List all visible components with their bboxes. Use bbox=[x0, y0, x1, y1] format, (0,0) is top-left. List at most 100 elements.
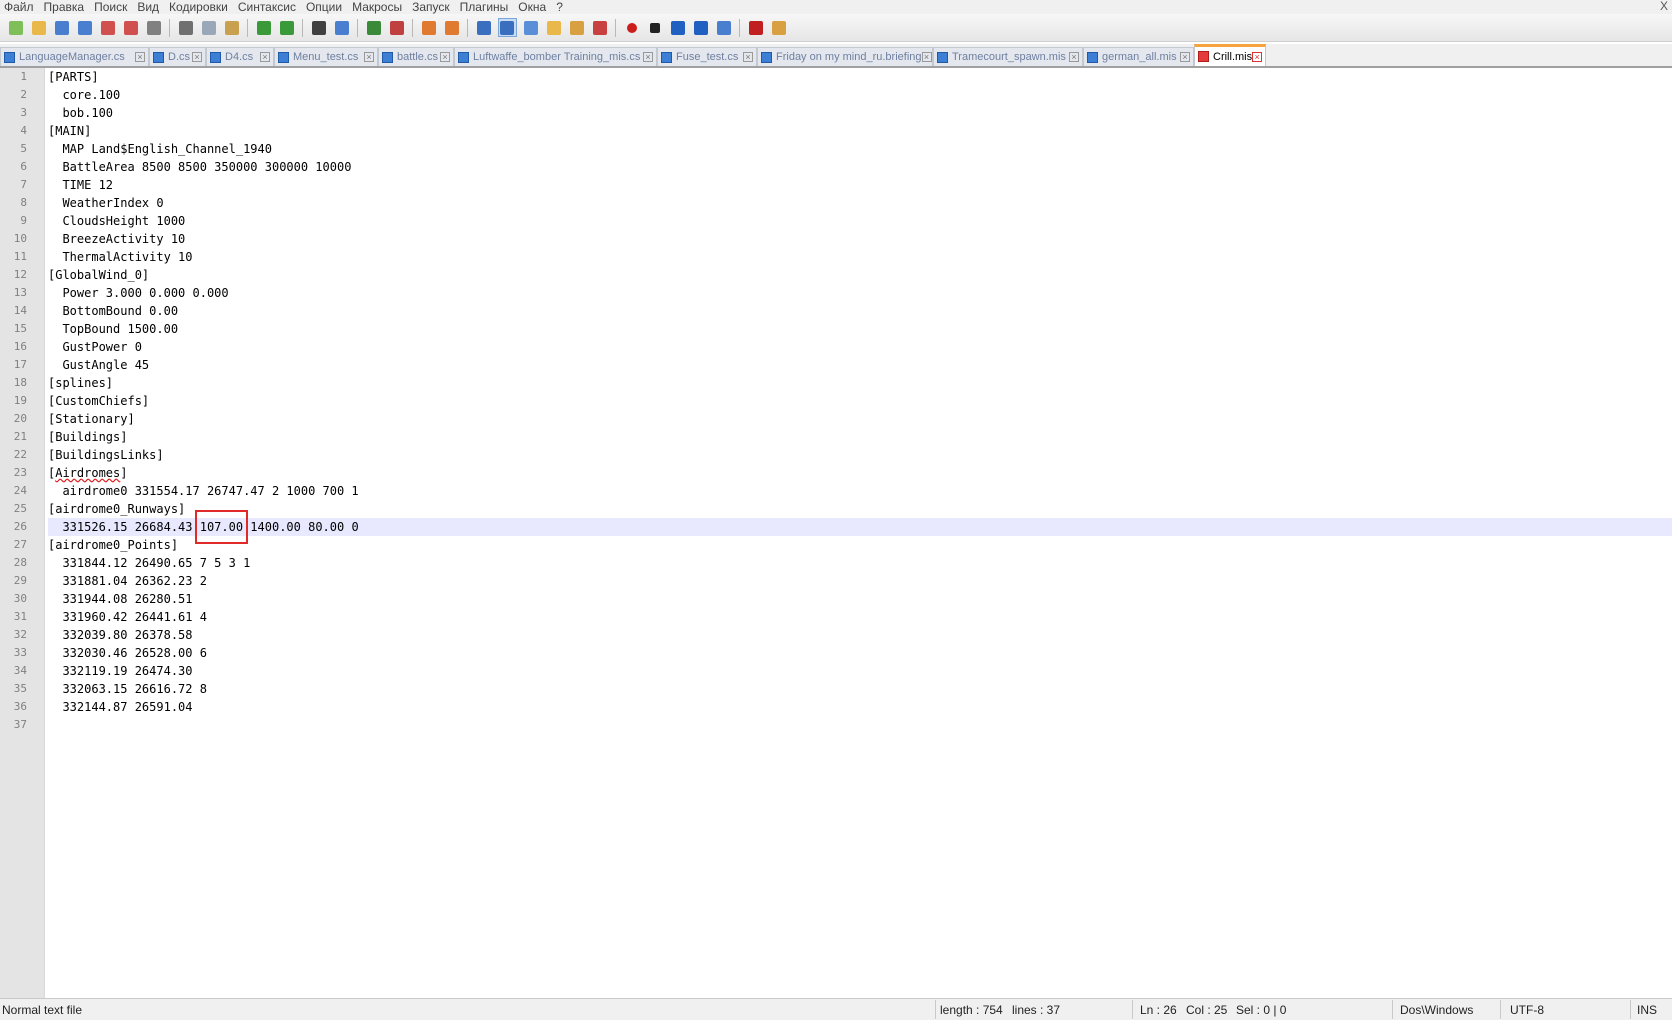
window-close-button[interactable]: X bbox=[1660, 0, 1668, 13]
code-line[interactable]: 331526.15 26684.43 107.00 1400.00 80.00 … bbox=[48, 518, 1672, 536]
menu-item[interactable]: Макросы bbox=[348, 0, 408, 14]
save-all-icon[interactable] bbox=[76, 19, 94, 37]
redo-icon[interactable] bbox=[278, 19, 296, 37]
code-line[interactable]: BottomBound 0.00 bbox=[48, 302, 1672, 320]
tab-close-icon[interactable]: × bbox=[192, 52, 202, 62]
print-icon[interactable] bbox=[145, 19, 163, 37]
code-line[interactable]: GustAngle 45 bbox=[48, 356, 1672, 374]
code-line[interactable]: [MAIN] bbox=[48, 122, 1672, 140]
word-wrap-icon[interactable] bbox=[475, 19, 493, 37]
copy-icon[interactable] bbox=[200, 19, 218, 37]
tab-german-all-mis[interactable]: german_all.mis × bbox=[1083, 47, 1194, 66]
tab-close-icon[interactable]: × bbox=[743, 52, 753, 62]
save-macro-icon[interactable] bbox=[715, 19, 733, 37]
code-line[interactable]: 332039.80 26378.58 bbox=[48, 626, 1672, 644]
tab-friday-on-my-mind-ru-briefing[interactable]: Friday on my mind_ru.briefing × bbox=[757, 47, 933, 66]
code-line[interactable]: 332144.87 26591.04 bbox=[48, 698, 1672, 716]
tab-close-icon[interactable]: × bbox=[1252, 51, 1263, 62]
paste-icon[interactable] bbox=[223, 19, 241, 37]
tab-close-icon[interactable]: × bbox=[440, 52, 450, 62]
zoom-in-icon[interactable] bbox=[365, 19, 383, 37]
code-line[interactable]: 332063.15 26616.72 8 bbox=[48, 680, 1672, 698]
find-icon[interactable] bbox=[310, 19, 328, 37]
code-line[interactable]: 332030.46 26528.00 6 bbox=[48, 644, 1672, 662]
tab-crill-mis[interactable]: Crill.mis × bbox=[1194, 44, 1266, 66]
tab-battle-cs[interactable]: battle.cs × bbox=[378, 47, 454, 66]
code-line[interactable]: GustPower 0 bbox=[48, 338, 1672, 356]
folder-icon[interactable] bbox=[568, 19, 586, 37]
doc-map-icon[interactable] bbox=[591, 19, 609, 37]
run-macro-multiple-icon[interactable] bbox=[692, 19, 710, 37]
editor[interactable]: 1 2 3 4 5 6 7 8 9 10 11 12 13 14 15 16 17 18 19 20 21 22 23 24 2… bbox=[0, 68, 1672, 998]
tab-d4-cs[interactable]: D4.cs × bbox=[206, 47, 274, 66]
indent-guide-icon[interactable] bbox=[522, 19, 540, 37]
plugin-icon[interactable] bbox=[770, 19, 788, 37]
code-line[interactable]: ThermalActivity 10 bbox=[48, 248, 1672, 266]
code-line[interactable] bbox=[48, 716, 1672, 734]
code-line[interactable]: 331844.12 26490.65 7 5 3 1 bbox=[48, 554, 1672, 572]
menu-item[interactable]: Синтаксис bbox=[234, 0, 302, 14]
replace-icon[interactable] bbox=[333, 19, 351, 37]
code-line[interactable]: 332119.19 26474.30 bbox=[48, 662, 1672, 680]
code-line[interactable]: [Buildings] bbox=[48, 428, 1672, 446]
show-all-chars-icon[interactable] bbox=[497, 18, 517, 37]
code-line[interactable]: [CustomChiefs] bbox=[48, 392, 1672, 410]
code-line[interactable]: [GlobalWind_0] bbox=[48, 266, 1672, 284]
code-line[interactable]: [Stationary] bbox=[48, 410, 1672, 428]
menu-item[interactable]: Поиск bbox=[90, 0, 133, 14]
new-file-icon[interactable] bbox=[7, 19, 25, 37]
zoom-out-icon[interactable] bbox=[388, 19, 406, 37]
tab-close-icon[interactable]: × bbox=[1180, 52, 1190, 62]
menu-item[interactable]: ? bbox=[552, 0, 569, 14]
code-line[interactable]: BattleArea 8500 8500 350000 300000 10000 bbox=[48, 158, 1672, 176]
code-line[interactable]: 331881.04 26362.23 2 bbox=[48, 572, 1672, 590]
tab-d-cs[interactable]: D.cs × bbox=[149, 47, 206, 66]
tab-close-icon[interactable]: × bbox=[1069, 52, 1079, 62]
menu-item[interactable]: Окна bbox=[514, 0, 552, 14]
menu-item[interactable]: Плагины bbox=[456, 0, 515, 14]
code-line[interactable]: Power 3.000 0.000 0.000 bbox=[48, 284, 1672, 302]
menu-item[interactable]: Запуск bbox=[408, 0, 456, 14]
tab-luftwaffe-bomber-training-mis-cs[interactable]: Luftwaffe_bomber Training_mis.cs × bbox=[454, 47, 657, 66]
tab-languagemanager-cs[interactable]: LanguageManager.cs × bbox=[0, 47, 149, 66]
tab-close-icon[interactable]: × bbox=[921, 52, 932, 62]
menu-item[interactable]: Правка bbox=[40, 0, 91, 14]
code-line[interactable]: CloudsHeight 1000 bbox=[48, 212, 1672, 230]
code-line[interactable]: 331960.42 26441.61 4 bbox=[48, 608, 1672, 626]
code-line[interactable]: airdrome0 331554.17 26747.47 2 1000 700 … bbox=[48, 482, 1672, 500]
sync-horizontal-icon[interactable] bbox=[443, 19, 461, 37]
code-line[interactable]: WeatherIndex 0 bbox=[48, 194, 1672, 212]
tab-tramecourt-spawn-mis[interactable]: Tramecourt_spawn.mis × bbox=[933, 47, 1083, 66]
code-line[interactable]: [Airdromes] bbox=[48, 464, 1672, 482]
tab-close-icon[interactable]: × bbox=[135, 52, 145, 62]
code-line[interactable]: [airdrome0_Runways] bbox=[48, 500, 1672, 518]
undo-icon[interactable] bbox=[255, 19, 273, 37]
tab-close-icon[interactable]: × bbox=[643, 52, 653, 62]
code-line[interactable]: [splines] bbox=[48, 374, 1672, 392]
menu-item[interactable]: Опции bbox=[302, 0, 348, 14]
tab-close-icon[interactable]: × bbox=[260, 52, 270, 62]
sync-vertical-icon[interactable] bbox=[420, 19, 438, 37]
record-macro-icon[interactable] bbox=[623, 19, 641, 37]
tab-close-icon[interactable]: × bbox=[364, 52, 374, 62]
code-line[interactable]: [airdrome0_Points] bbox=[48, 536, 1672, 554]
cut-icon[interactable] bbox=[177, 19, 195, 37]
tab-fuse-test-cs[interactable]: Fuse_test.cs × bbox=[657, 47, 757, 66]
code-line[interactable]: 331944.08 26280.51 bbox=[48, 590, 1672, 608]
code-line[interactable]: BreezeActivity 10 bbox=[48, 230, 1672, 248]
menu-item[interactable]: Кодировки bbox=[165, 0, 234, 14]
save-icon[interactable] bbox=[53, 19, 71, 37]
code-line[interactable]: TopBound 1500.00 bbox=[48, 320, 1672, 338]
spellcheck-icon[interactable] bbox=[747, 19, 765, 37]
menu-item[interactable]: Файл bbox=[0, 0, 40, 14]
close-icon[interactable] bbox=[99, 19, 117, 37]
stop-macro-icon[interactable] bbox=[646, 19, 664, 37]
code-line[interactable]: bob.100 bbox=[48, 104, 1672, 122]
play-macro-icon[interactable] bbox=[669, 19, 687, 37]
tab-menu-test-cs[interactable]: Menu_test.cs × bbox=[274, 47, 378, 66]
code-line[interactable]: [BuildingsLinks] bbox=[48, 446, 1672, 464]
code-line[interactable]: MAP Land$English_Channel_1940 bbox=[48, 140, 1672, 158]
open-file-icon[interactable] bbox=[30, 19, 48, 37]
function-list-icon[interactable] bbox=[545, 19, 563, 37]
code-line[interactable]: [PARTS] bbox=[48, 68, 1672, 86]
